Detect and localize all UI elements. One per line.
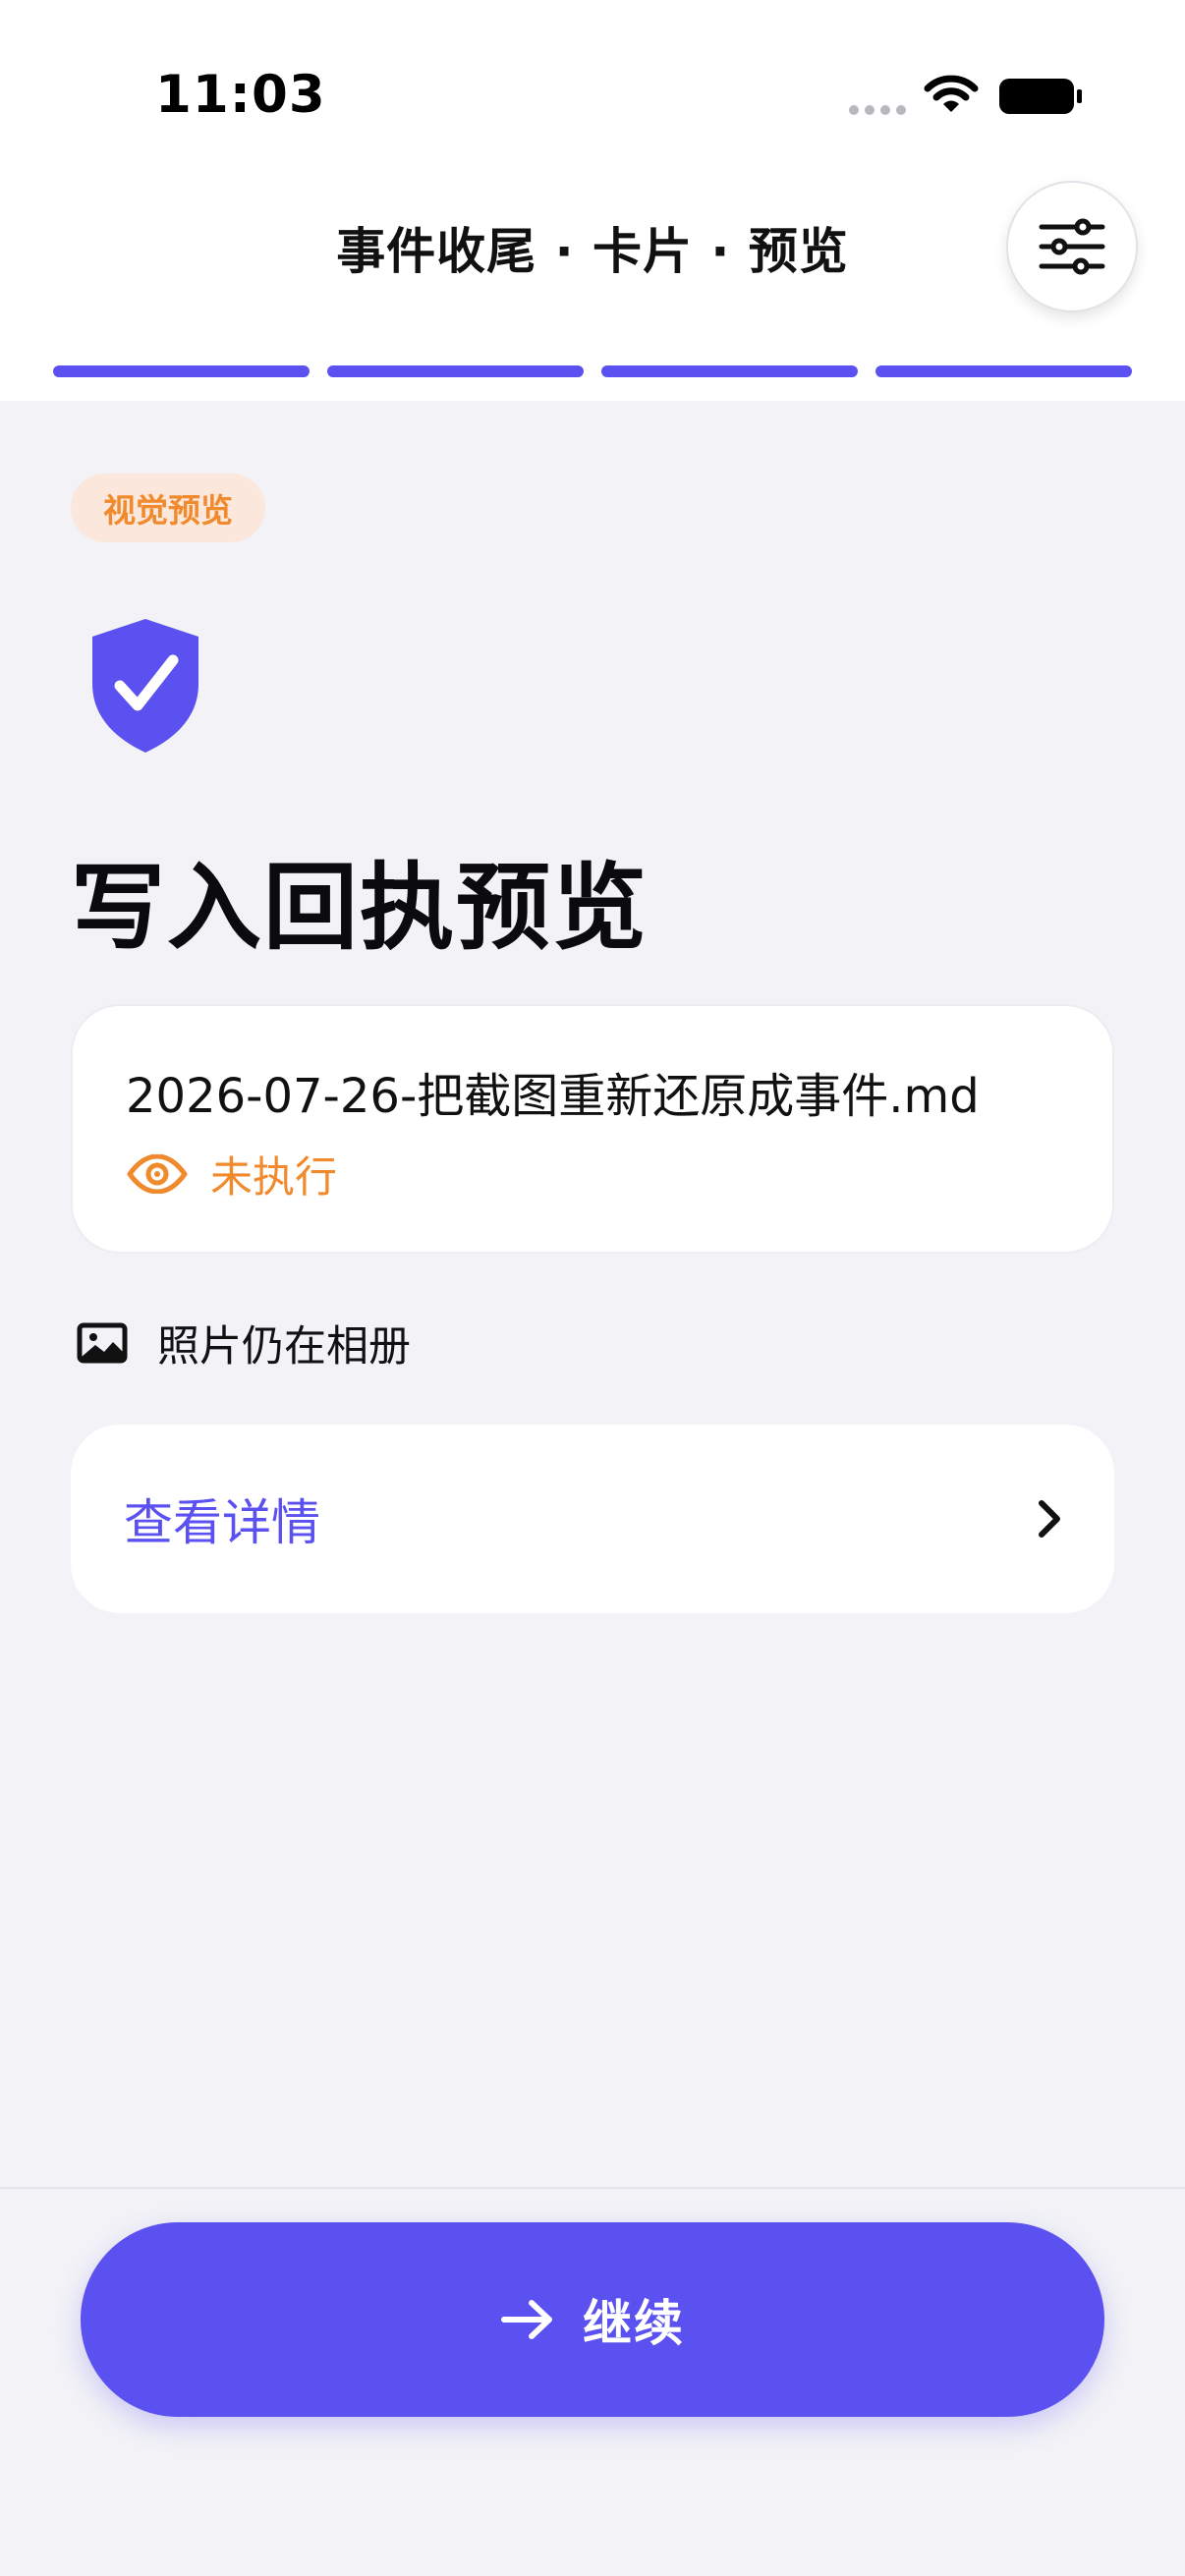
page-title: 写入回执预览 (71, 853, 649, 963)
step-progress-bar (53, 365, 1132, 377)
continue-button[interactable]: 继续 (81, 2222, 1104, 2417)
header: 11:03 事件收尾 · 卡片 · 预览 (0, 0, 1185, 401)
progress-segment (875, 365, 1132, 377)
arrow-right-icon (501, 2300, 552, 2339)
wifi-icon (924, 75, 979, 112)
execution-status: 未执行 (210, 1153, 337, 1203)
file-name: 2026-07-26-把截图重新还原成事件.md (126, 1069, 980, 1124)
sliders-icon (1039, 218, 1105, 275)
progress-segment (601, 365, 858, 377)
photo-icon (77, 1322, 128, 1364)
eye-icon (127, 1154, 188, 1194)
footer-divider (0, 2187, 1185, 2189)
photo-note: 照片仍在相册 (77, 1313, 411, 1373)
execution-status-row: 未执行 (126, 1144, 337, 1204)
progress-segment (327, 365, 584, 377)
status-time: 11:03 (155, 65, 326, 125)
view-details-label: 查看详情 (124, 1494, 320, 1551)
visual-preview-badge: 视觉预览 (71, 474, 265, 542)
photo-note-text: 照片仍在相册 (157, 1322, 411, 1372)
chevron-right-icon (1039, 1500, 1060, 1538)
settings-button[interactable] (1006, 181, 1138, 312)
shield-check-icon (92, 619, 198, 753)
continue-label: 继续 (583, 2295, 685, 2352)
battery-icon (999, 79, 1082, 114)
file-card: 2026-07-26-把截图重新还原成事件.md 未执行 (71, 1004, 1114, 1254)
view-details-row[interactable]: 查看详情 (71, 1425, 1114, 1613)
signal-dots-icon (849, 105, 906, 115)
progress-segment (53, 365, 310, 377)
